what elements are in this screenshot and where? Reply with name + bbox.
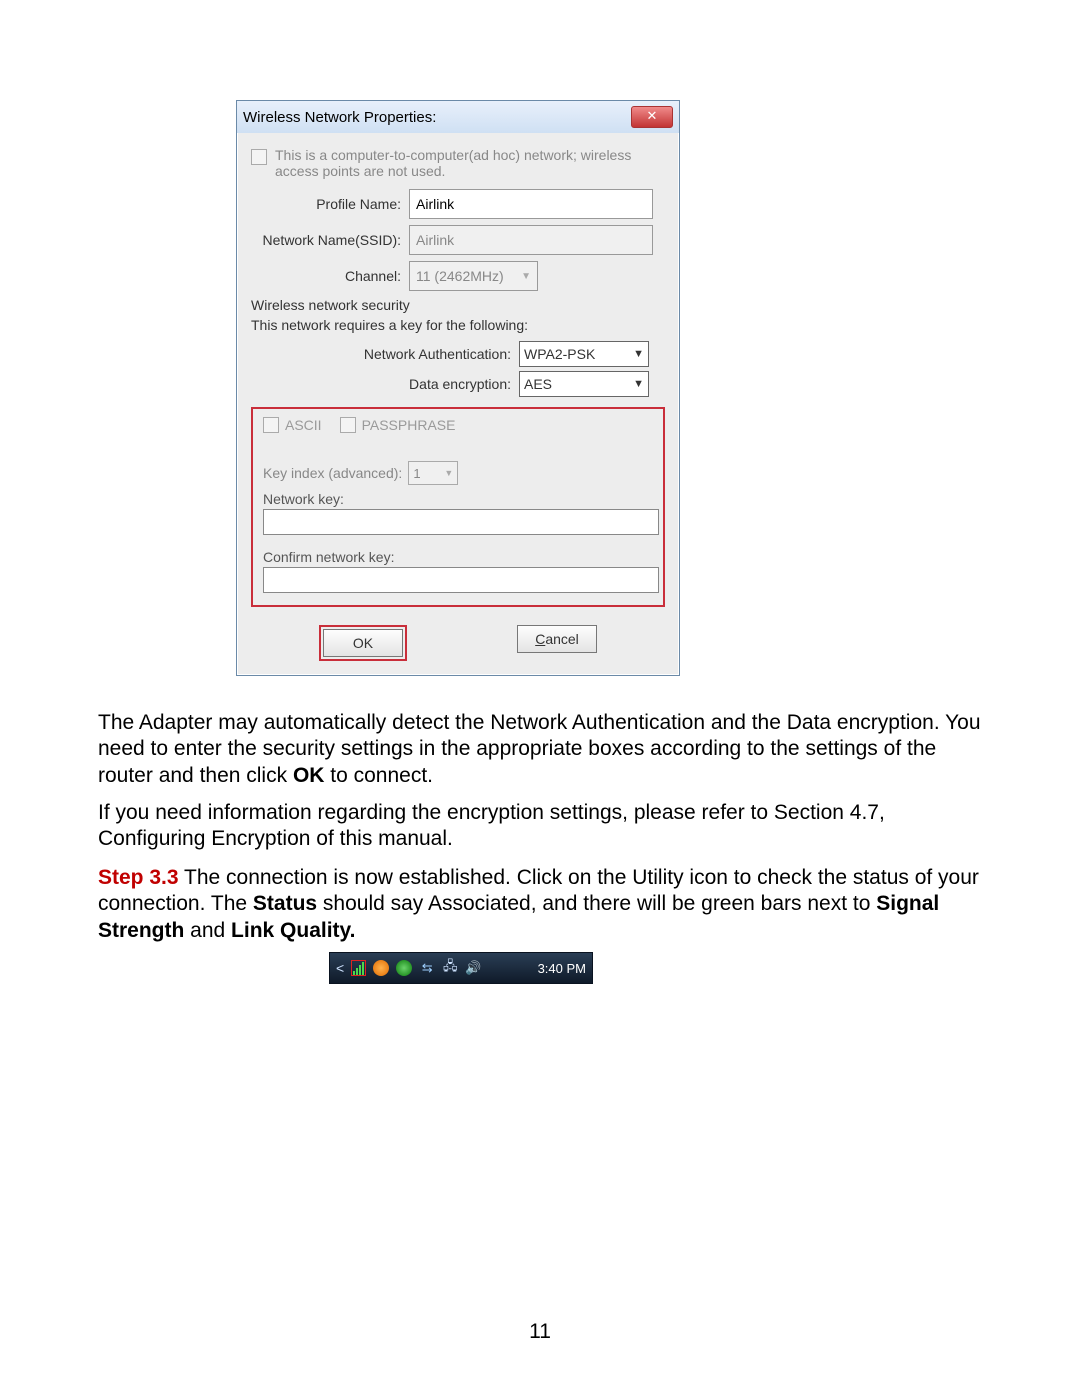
chevron-down-icon: ▼ [633, 378, 644, 390]
passphrase-checkbox [340, 417, 356, 433]
close-button[interactable]: ✕ [631, 106, 673, 128]
tray-expand-icon[interactable]: < [336, 960, 344, 976]
ascii-label: ASCII [285, 417, 322, 433]
encryption-label: Data encryption: [251, 376, 519, 392]
security-header: Wireless network security [251, 297, 665, 313]
ok-button[interactable]: OK [323, 629, 403, 657]
channel-select: 11 (2462MHz) ▼ [409, 261, 538, 291]
chevron-down-icon: ▼ [633, 348, 644, 360]
tray-green-icon[interactable] [396, 960, 412, 976]
cancel-rest: ancel [545, 631, 578, 647]
tray-clock[interactable]: 3:40 PM [538, 961, 586, 976]
profile-name-input[interactable] [409, 189, 653, 219]
step-label: Step 3.3 [98, 866, 179, 889]
paragraph-1: The Adapter may automatically detect the… [98, 710, 982, 789]
security-subtext: This network requires a key for the foll… [251, 317, 665, 333]
network-key-input[interactable] [263, 509, 659, 535]
cancel-button[interactable]: Cancel [517, 625, 597, 653]
channel-label: Channel: [251, 268, 409, 284]
dialog-title: Wireless Network Properties: [243, 109, 631, 126]
auth-select[interactable]: WPA2-PSK ▼ [519, 341, 649, 367]
profile-name-label: Profile Name: [251, 196, 409, 212]
page-number: 11 [0, 1320, 1080, 1344]
adhoc-checkbox-row: This is a computer-to-computer(ad hoc) n… [251, 147, 665, 179]
auth-label: Network Authentication: [251, 346, 519, 362]
utility-icon-highlight [351, 960, 366, 976]
chevron-down-icon: ▼ [521, 271, 531, 282]
key-index-label: Key index (advanced): [263, 465, 402, 481]
ascii-checkbox [263, 417, 279, 433]
confirm-key-label: Confirm network key: [263, 549, 653, 565]
passphrase-label: PASSPHRASE [362, 417, 456, 433]
system-tray: < ⇆ 🖧 🔊 3:40 PM [329, 952, 593, 984]
highlighted-key-section: ASCII PASSPHRASE Key index (advanced): 1… [251, 407, 665, 607]
confirm-key-input[interactable] [263, 567, 659, 593]
encryption-value: AES [524, 376, 552, 392]
ok-highlight: OK [319, 625, 407, 661]
tray-sync-icon[interactable]: ⇆ [419, 960, 435, 976]
adhoc-label: This is a computer-to-computer(ad hoc) n… [275, 147, 665, 179]
dialog-titlebar: Wireless Network Properties: ✕ [237, 101, 679, 133]
tray-network-icon[interactable]: 🖧 [442, 960, 458, 976]
network-key-label: Network key: [263, 491, 653, 507]
tray-orange-icon[interactable] [373, 960, 389, 976]
adhoc-checkbox[interactable] [251, 149, 267, 165]
auth-value: WPA2-PSK [524, 346, 595, 362]
encryption-select[interactable]: AES ▼ [519, 371, 649, 397]
wireless-properties-dialog: Wireless Network Properties: ✕ This is a… [236, 100, 680, 676]
ssid-label: Network Name(SSID): [251, 232, 409, 248]
key-index-select: 1 ▼ [408, 461, 458, 485]
ssid-input [409, 225, 653, 255]
signal-bars-icon[interactable] [353, 961, 364, 975]
paragraph-2: If you need information regarding the en… [98, 800, 982, 853]
cancel-underline: C [535, 631, 545, 647]
key-index-value: 1 [413, 466, 420, 481]
tray-volume-icon[interactable]: 🔊 [465, 960, 481, 976]
paragraph-3: Step 3.3 The connection is now establish… [98, 865, 982, 944]
channel-value: 11 (2462MHz) [416, 268, 504, 284]
chevron-down-icon: ▼ [444, 468, 453, 478]
